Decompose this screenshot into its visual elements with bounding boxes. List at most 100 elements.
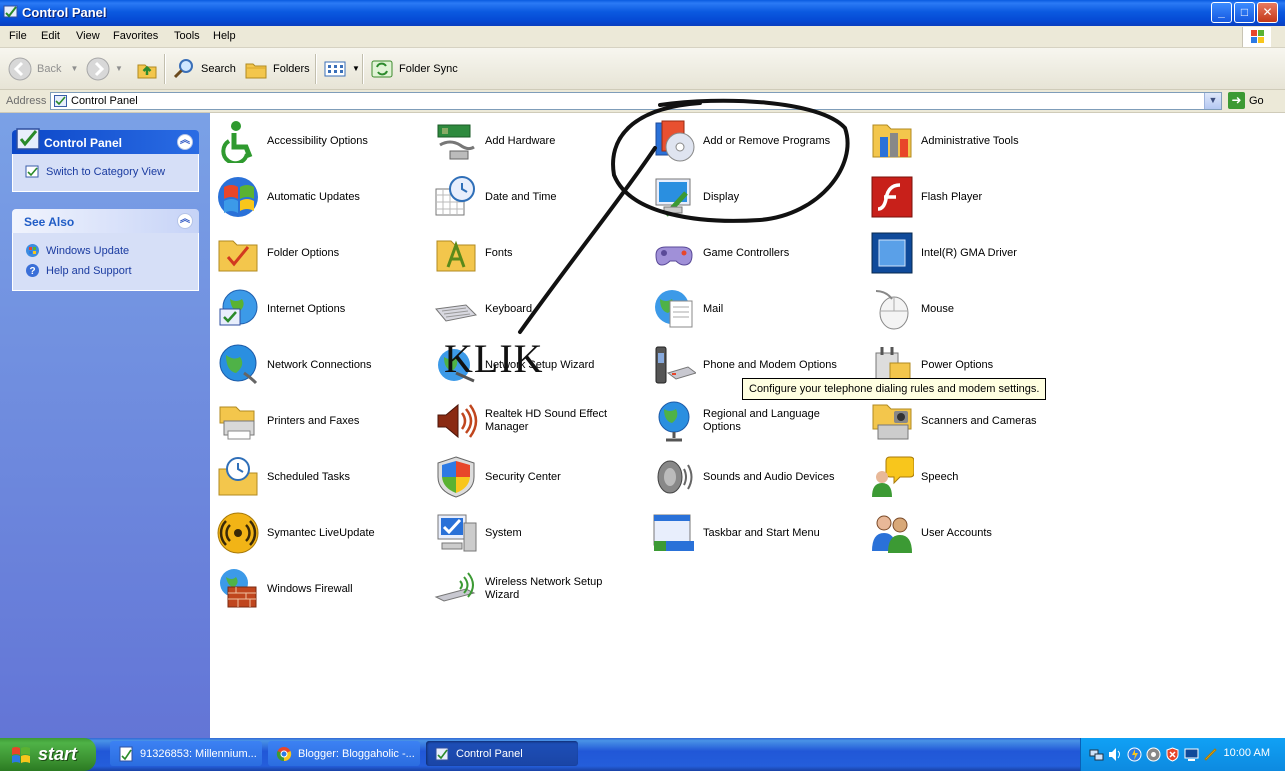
item-intel-gma-driver[interactable]: Intel(R) GMA Driver: [864, 228, 1074, 278]
menu-bar: File Edit View Favorites Tools Help: [0, 26, 1285, 48]
see-also-panel-header[interactable]: See Also ︽: [12, 209, 199, 233]
item-mouse[interactable]: Mouse: [864, 284, 1074, 334]
folder-options-icon: [218, 240, 258, 272]
start-button[interactable]: start: [0, 738, 96, 771]
menu-tools[interactable]: Tools: [174, 30, 200, 42]
forward-button[interactable]: ▼: [86, 48, 123, 89]
tooltip: Configure your telephone dialing rules a…: [742, 378, 1047, 400]
switch-category-view-link[interactable]: Switch to Category View: [25, 164, 165, 179]
taskbar-item-millennium[interactable]: 91326853: Millennium...: [110, 741, 262, 766]
security-tray-icon[interactable]: [1165, 747, 1180, 762]
menu-help[interactable]: Help: [213, 30, 236, 42]
network-tray-icon[interactable]: [1089, 747, 1104, 762]
menu-file[interactable]: File: [9, 30, 27, 42]
item-fonts[interactable]: Fonts: [428, 228, 638, 278]
address-input[interactable]: Control Panel ▼: [50, 92, 1222, 110]
folders-button[interactable]: Folders: [244, 48, 310, 89]
address-dropdown-button[interactable]: ▼: [1204, 93, 1221, 109]
item-accessibility-options[interactable]: Accessibility Options: [210, 116, 420, 166]
item-keyboard[interactable]: Keyboard: [428, 284, 638, 334]
mouse-icon: [875, 290, 909, 330]
item-label: Fonts: [485, 246, 513, 259]
menu-favorites[interactable]: Favorites: [113, 30, 158, 42]
item-display[interactable]: Display: [646, 172, 856, 222]
display-tray-icon[interactable]: [1184, 747, 1199, 762]
item-windows-firewall[interactable]: Windows Firewall: [210, 564, 420, 614]
item-mail[interactable]: Mail: [646, 284, 856, 334]
item-user-accounts[interactable]: User Accounts: [864, 508, 1074, 558]
go-arrow-icon: ➜: [1228, 92, 1245, 109]
window-title: Control Panel: [22, 5, 107, 20]
item-label: Folder Options: [267, 246, 340, 259]
firewall-icon: [220, 569, 257, 608]
back-button[interactable]: Back ▼: [8, 48, 78, 89]
minimize-button[interactable]: _: [1211, 2, 1232, 23]
item-label: Regional and Language Options: [703, 408, 820, 433]
item-label: Keyboard: [485, 302, 533, 315]
search-label: Search: [201, 62, 236, 75]
item-scheduled-tasks[interactable]: Scheduled Tasks: [210, 452, 420, 502]
up-folder-button[interactable]: [135, 48, 159, 89]
menu-view[interactable]: View: [76, 30, 100, 42]
wireless-icon: [434, 572, 476, 602]
control-panel-icon: [435, 747, 449, 760]
start-label: start: [38, 744, 78, 764]
search-button[interactable]: Search: [172, 48, 236, 89]
back-label: Back: [37, 62, 62, 75]
taskbar-item-control-panel[interactable]: Control Panel: [426, 741, 578, 766]
system-tray-icon[interactable]: [1146, 747, 1161, 762]
windows-update-link[interactable]: Windows Update: [25, 243, 129, 258]
item-network-connections[interactable]: Network Connections: [210, 340, 420, 390]
item-add-hardware[interactable]: Add Hardware: [428, 116, 638, 166]
item-regional-language[interactable]: Regional and Language Options: [646, 396, 856, 446]
control-panel-panel-header[interactable]: Control Panel ︽: [12, 128, 199, 154]
item-automatic-updates[interactable]: Automatic Updates: [210, 172, 420, 222]
item-flash-player[interactable]: Flash Player: [864, 172, 1074, 222]
control-panel-icon: [16, 128, 40, 150]
item-printers-and-faxes[interactable]: Printers and Faxes: [210, 396, 420, 446]
item-folder-options[interactable]: Folder Options: [210, 228, 420, 278]
volume-tray-icon[interactable]: [1108, 747, 1123, 762]
go-button[interactable]: ➜ Go: [1228, 92, 1264, 109]
taskbar-item-blogger[interactable]: Blogger: Bloggaholic -...: [268, 741, 420, 766]
menu-edit[interactable]: Edit: [41, 30, 60, 42]
item-system[interactable]: System: [428, 508, 638, 558]
help-support-link[interactable]: ? Help and Support: [25, 263, 132, 278]
collapse-chevron-icon[interactable]: ︽: [177, 134, 193, 150]
item-label: Date and Time: [485, 190, 557, 203]
notification-tray-icon[interactable]: [1203, 747, 1218, 762]
document-icon: [119, 746, 133, 761]
item-taskbar-start-menu[interactable]: Taskbar and Start Menu: [646, 508, 856, 558]
annotation-text: KLIK: [444, 336, 544, 381]
item-label: Game Controllers: [703, 246, 790, 259]
item-label: Scheduled Tasks: [267, 470, 350, 483]
views-button[interactable]: ▼: [323, 48, 360, 89]
item-scanners-cameras[interactable]: Scanners and Cameras: [864, 396, 1074, 446]
power-tray-icon[interactable]: [1127, 747, 1142, 762]
item-label: Windows Firewall: [267, 582, 353, 595]
title-bar[interactable]: Control Panel _ □ ✕: [0, 0, 1285, 26]
flash-player-icon: [871, 176, 913, 218]
item-game-controllers[interactable]: Game Controllers: [646, 228, 856, 278]
item-date-and-time[interactable]: Date and Time: [428, 172, 638, 222]
item-wireless-network-setup[interactable]: Wireless Network Setup Wizard: [428, 564, 638, 614]
item-speech[interactable]: Speech: [864, 452, 1074, 502]
close-button[interactable]: ✕: [1257, 2, 1278, 23]
address-bar: Address Control Panel ▼ ➜ Go: [0, 90, 1285, 113]
item-label: Display: [703, 190, 740, 203]
item-administrative-tools[interactable]: Administrative Tools: [864, 116, 1074, 166]
item-realtek-hd-sound[interactable]: Realtek HD Sound Effect Manager: [428, 396, 638, 446]
collapse-chevron-icon[interactable]: ︽: [177, 213, 193, 229]
maximize-button[interactable]: □: [1234, 2, 1255, 23]
item-label: Scanners and Cameras: [921, 414, 1037, 427]
folder-sync-button[interactable]: Folder Sync: [370, 48, 458, 89]
item-security-center[interactable]: Security Center: [428, 452, 638, 502]
item-add-remove-programs[interactable]: Add or Remove Programs: [646, 116, 856, 166]
item-label: Realtek HD Sound Effect Manager: [485, 408, 608, 433]
item-internet-options[interactable]: Internet Options: [210, 284, 420, 334]
item-symantec-liveupdate[interactable]: Symantec LiveUpdate: [210, 508, 420, 558]
item-sounds-audio[interactable]: Sounds and Audio Devices: [646, 452, 856, 502]
item-label: Sounds and Audio Devices: [703, 470, 835, 483]
system-icon: [437, 514, 477, 552]
speech-icon: [872, 456, 914, 497]
